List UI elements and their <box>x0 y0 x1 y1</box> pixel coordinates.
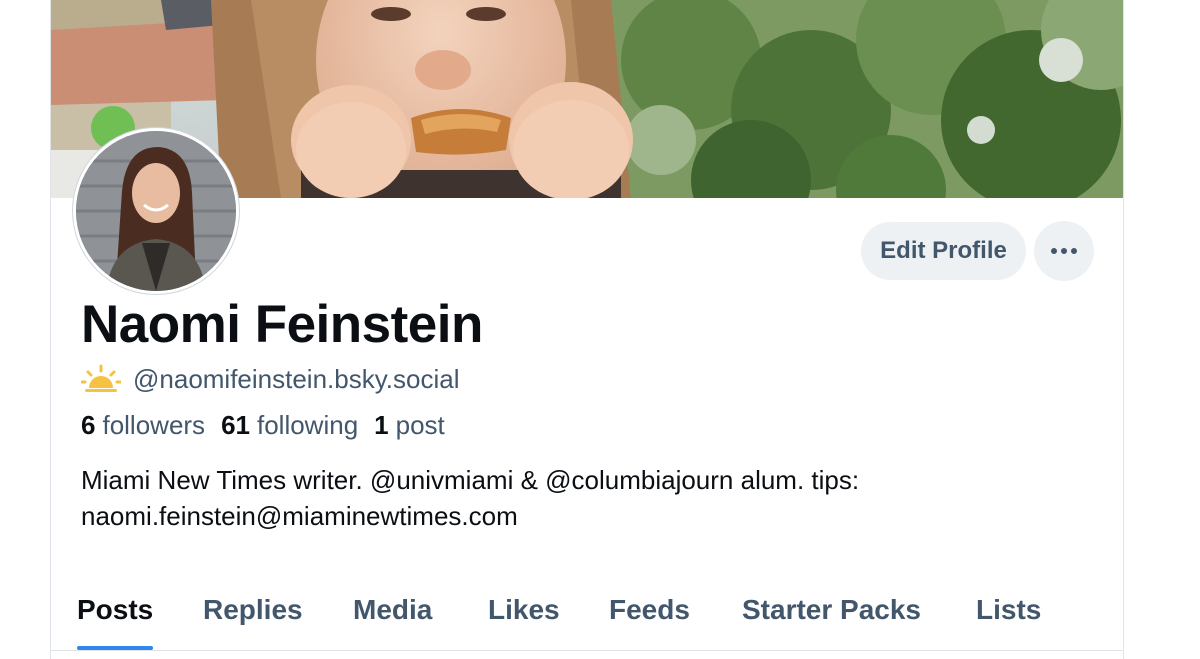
followers-count: 6 <box>81 410 96 440</box>
sun-icon <box>81 364 121 392</box>
ellipsis-icon <box>1051 248 1077 254</box>
tab-feeds[interactable]: Feeds <box>609 570 690 650</box>
profile-handle[interactable]: @naomifeinstein.bsky.social <box>133 364 460 395</box>
profile-display-name: Naomi Feinstein <box>81 295 483 354</box>
profile-handle-row: @naomifeinstein.bsky.social <box>81 362 460 396</box>
tab-replies[interactable]: Replies <box>203 570 303 650</box>
tab-starter-packs[interactable]: Starter Packs <box>742 570 921 650</box>
posts-stat: 1 post <box>374 410 445 441</box>
followers-stat[interactable]: 6 followers <box>81 410 205 441</box>
tab-likes[interactable]: Likes <box>488 570 560 650</box>
posts-label: post <box>395 410 445 440</box>
profile-stats: 6 followers 61 following 1 post <box>81 410 461 441</box>
profile-page: Edit Profile Naomi Feinstein @naomifeins… <box>50 0 1124 659</box>
posts-count: 1 <box>374 410 389 440</box>
profile-bio: Miami New Times writer. @univmiami & @co… <box>81 465 860 531</box>
profile-avatar[interactable] <box>73 128 239 294</box>
following-count: 61 <box>221 410 250 440</box>
following-stat[interactable]: 61 following <box>221 410 358 441</box>
profile-tabs: Posts Replies Media Likes Feeds Starter … <box>51 570 1123 651</box>
tab-posts[interactable]: Posts <box>77 570 153 650</box>
following-label: following <box>256 410 359 440</box>
active-tab-indicator <box>77 646 153 650</box>
tab-media[interactable]: Media <box>353 570 432 650</box>
followers-label: followers <box>102 410 206 440</box>
tab-lists[interactable]: Lists <box>976 570 1041 650</box>
more-options-button[interactable] <box>1034 221 1094 281</box>
edit-profile-button[interactable]: Edit Profile <box>861 222 1026 280</box>
